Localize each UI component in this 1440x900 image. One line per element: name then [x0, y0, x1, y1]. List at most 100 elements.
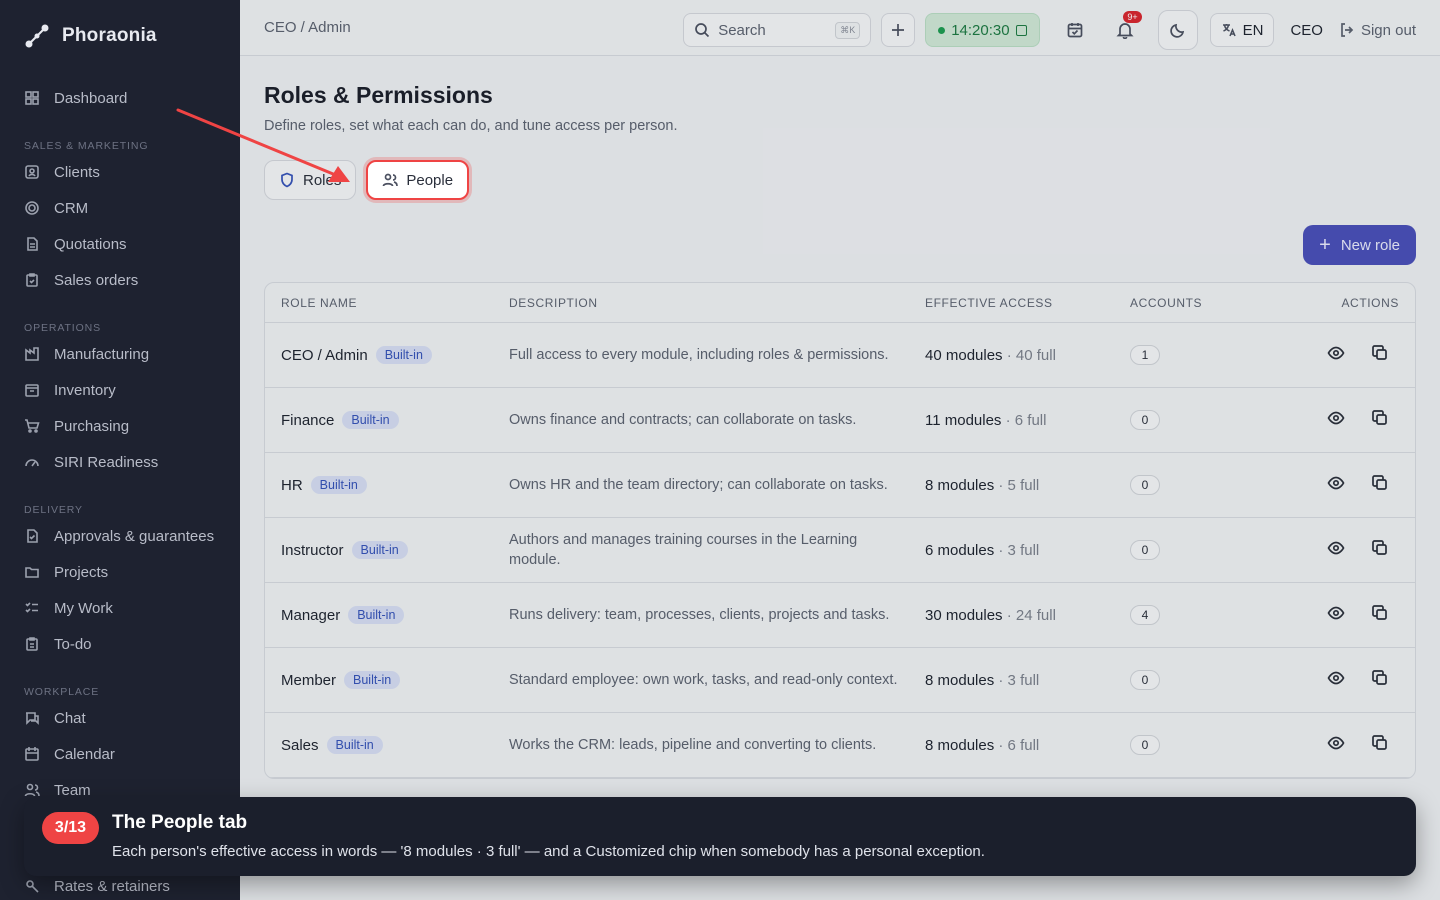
column-header: DESCRIPTION — [509, 295, 598, 310]
sidebar-item-dashboard[interactable]: Dashboard — [0, 80, 240, 116]
clock-time: 14:20:30 — [951, 21, 1010, 39]
add-button[interactable] — [881, 13, 916, 47]
table-row[interactable]: Sales Built-in Works the CRM: leads, pip… — [265, 713, 1415, 778]
sidebar-item-siri-readiness[interactable]: SIRI Readiness — [0, 444, 240, 480]
breadcrumb[interactable]: CEO / Admin — [264, 19, 351, 36]
gauge-icon — [25, 459, 39, 467]
role-name[interactable]: Finance — [281, 412, 334, 429]
roles-table: ROLE NAME DESCRIPTION EFFECTIVE ACCESS A… — [264, 282, 1416, 779]
sidebar-item-purchasing[interactable]: Purchasing — [0, 408, 240, 444]
sidebar-item-crm[interactable]: CRM — [0, 190, 240, 226]
table-row[interactable]: CEO / Admin Built-in Full access to ever… — [265, 323, 1415, 388]
view-button[interactable] — [1327, 344, 1345, 366]
signout-label: Sign out — [1360, 21, 1416, 39]
effective-access: 40 modules · 40 full — [925, 347, 1130, 364]
view-button[interactable] — [1327, 604, 1345, 626]
accounts-cell: 0 — [1130, 670, 1300, 690]
role-name[interactable]: Member — [281, 672, 336, 689]
page-title: Roles & Permissions — [264, 82, 493, 108]
role-description: Standard employee: own work, tasks, and … — [509, 672, 898, 688]
tag-icon — [26, 880, 39, 893]
language-label: EN — [1242, 21, 1264, 39]
cart-icon — [25, 419, 40, 433]
duplicate-button[interactable] — [1371, 604, 1389, 626]
file-check-icon — [27, 529, 38, 543]
tab-roles[interactable]: Roles — [264, 160, 357, 200]
sidebar-item-label: Sales orders — [54, 271, 139, 289]
sidebar-item-approvals[interactable]: Approvals & guarantees — [0, 518, 240, 554]
sidebar-item-chat[interactable]: Chat — [0, 700, 240, 736]
copy-icon — [1372, 605, 1387, 620]
time-tracker[interactable]: 14:20:30 — [925, 13, 1040, 47]
copy-icon — [1372, 735, 1387, 750]
eye-icon — [1327, 736, 1345, 750]
view-button[interactable] — [1327, 734, 1345, 756]
sidebar-item-to-do[interactable]: To-do — [0, 626, 240, 662]
shield-icon — [281, 172, 293, 188]
sidebar: Phoraonia Dashboard SALES & MARKETING Cl… — [0, 0, 240, 900]
role-name[interactable]: Manager — [281, 607, 340, 624]
full-count: · 3 full — [998, 671, 1040, 689]
modules-count: 8 modules — [925, 476, 995, 494]
view-button[interactable] — [1327, 669, 1345, 691]
role-name[interactable]: CEO / Admin — [281, 347, 368, 364]
calendar-button[interactable] — [1058, 13, 1092, 47]
table-row[interactable]: HR Built-in Owns HR and the team directo… — [265, 453, 1415, 518]
sidebar-item-my-work[interactable]: My Work — [0, 590, 240, 626]
main-content: CEO / Admin Search ⌘K 14:20:30 9+ EN CEO… — [240, 0, 1440, 900]
actions-cell — [1300, 474, 1415, 496]
user-card-icon — [25, 165, 39, 179]
box-icon — [25, 384, 39, 397]
tab-people[interactable]: People — [366, 160, 470, 200]
duplicate-button[interactable] — [1371, 734, 1389, 756]
sidebar-item-inventory[interactable]: Inventory — [0, 372, 240, 408]
moon-icon — [1169, 23, 1184, 38]
full-count: · 24 full — [1006, 606, 1056, 624]
sidebar-item-label: Chat — [54, 709, 86, 727]
current-role[interactable]: CEO — [1284, 22, 1329, 39]
signout-button[interactable]: Sign out — [1339, 22, 1416, 39]
theme-toggle[interactable] — [1157, 10, 1198, 50]
sidebar-item-projects[interactable]: Projects — [0, 554, 240, 590]
sidebar-item-label: My Work — [54, 599, 113, 617]
duplicate-button[interactable] — [1371, 669, 1389, 691]
actions-cell — [1300, 669, 1415, 691]
new-role-label: New role — [1340, 236, 1400, 254]
table-row[interactable]: Instructor Built-in Authors and manages … — [265, 518, 1415, 583]
view-button[interactable] — [1327, 539, 1345, 561]
view-button[interactable] — [1327, 409, 1345, 431]
language-switch[interactable]: EN — [1209, 13, 1275, 47]
duplicate-button[interactable] — [1371, 344, 1389, 366]
duplicate-button[interactable] — [1371, 409, 1389, 431]
calendar-check-icon — [1067, 23, 1082, 38]
sidebar-item-sales-orders[interactable]: Sales orders — [0, 262, 240, 298]
accounts-cell: 0 — [1130, 540, 1300, 560]
table-row[interactable]: Finance Built-in Owns finance and contra… — [265, 388, 1415, 453]
copy-icon — [1372, 410, 1387, 425]
sidebar-item-label: Projects — [54, 563, 109, 581]
sidebar-item-label: Dashboard — [54, 89, 128, 107]
sidebar-item-clients[interactable]: Clients — [0, 154, 240, 190]
sidebar-item-manufacturing[interactable]: Manufacturing — [0, 336, 240, 372]
built-in-chip: Built-in — [310, 476, 367, 494]
role-description: Owns finance and contracts; can collabor… — [509, 412, 857, 428]
eye-icon — [1327, 541, 1345, 555]
search-input[interactable]: Search ⌘K — [683, 13, 872, 47]
table-row[interactable]: Manager Built-in Runs delivery: team, pr… — [265, 583, 1415, 648]
new-role-button[interactable]: + New role — [1303, 225, 1416, 265]
logo-icon — [24, 23, 50, 49]
duplicate-button[interactable] — [1371, 539, 1389, 561]
brand[interactable]: Phoraonia — [0, 0, 240, 72]
sidebar-item-label: Purchasing — [54, 417, 130, 435]
modules-count: 6 modules — [925, 541, 995, 559]
sidebar-item-calendar[interactable]: Calendar — [0, 736, 240, 772]
column-header[interactable]: ROLE NAME — [265, 296, 509, 310]
notifications-button[interactable]: 9+ — [1108, 11, 1142, 47]
role-name[interactable]: HR — [281, 477, 303, 494]
role-name[interactable]: Sales — [281, 737, 319, 754]
duplicate-button[interactable] — [1371, 474, 1389, 496]
role-name[interactable]: Instructor — [281, 542, 344, 559]
view-button[interactable] — [1327, 474, 1345, 496]
sidebar-item-quotations[interactable]: Quotations — [0, 226, 240, 262]
table-row[interactable]: Member Built-in Standard employee: own w… — [265, 648, 1415, 713]
